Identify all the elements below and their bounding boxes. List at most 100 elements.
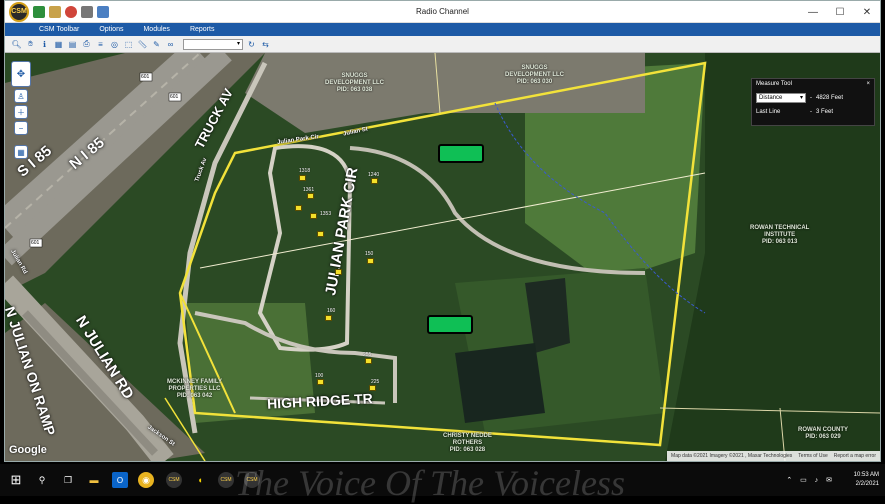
print-quick-icon[interactable] bbox=[81, 5, 93, 18]
app-logo: CSM bbox=[9, 1, 29, 22]
address-number: 150 bbox=[365, 251, 374, 257]
minimize-button[interactable]: — bbox=[800, 1, 826, 23]
pan-hand-icon[interactable]: ✋︎ bbox=[25, 39, 36, 50]
maximize-button[interactable]: ☐ bbox=[827, 1, 853, 23]
address-point-icon[interactable] bbox=[299, 175, 306, 181]
zoom-in-icon[interactable]: ＋ bbox=[14, 105, 28, 119]
map-icon[interactable]: ▦ bbox=[53, 39, 64, 50]
csm3-icon[interactable]: CSM bbox=[244, 472, 260, 488]
zoom-out-icon[interactable]: − bbox=[14, 121, 28, 135]
window-title: Radio Channel bbox=[416, 7, 469, 16]
measure-icon[interactable]: 📏︎ bbox=[137, 39, 148, 50]
title-bar: CSM Radio Channel — ☐ ✕ bbox=[5, 1, 880, 23]
clock-date: 2/2/2021 bbox=[855, 481, 879, 487]
parcel-label-christy: CHRISTY NEDDE ROTHERS PID: 063 028 bbox=[443, 433, 492, 453]
address-point-icon[interactable] bbox=[371, 178, 378, 184]
separator: - bbox=[810, 95, 812, 101]
menu-options[interactable]: Options bbox=[89, 26, 133, 33]
draw-icon[interactable]: ✎ bbox=[151, 39, 162, 50]
measure-tool-panel: Measure Tool × Distance - 4828 Feet Last… bbox=[751, 78, 875, 126]
identify-icon[interactable]: ◎ bbox=[109, 39, 120, 50]
terms-link[interactable]: Terms of Use bbox=[798, 453, 827, 459]
last-line-label: Last Line bbox=[756, 109, 781, 115]
layer-toggle-icon[interactable]: ▦ bbox=[14, 145, 28, 159]
binoculars-icon[interactable]: ∞ bbox=[165, 39, 176, 50]
map-navigation: ✥ ♙ ＋ − ▦ bbox=[11, 61, 31, 161]
map-toolbar: 🔍︎ ✋︎ ℹ︎ ▦ ▤ ⎙ ≡ ◎ ⬚ 📏︎ ✎ ∞ ▾ ↻ ⇆ bbox=[5, 36, 880, 53]
system-tray[interactable]: ⌃ ▭ ♪ ✉ bbox=[786, 476, 835, 484]
address-number: 100 bbox=[315, 373, 324, 379]
street-view-icon[interactable]: ♙ bbox=[14, 89, 28, 103]
map-attribution: Map data ©2021 Imagery ©2021 , Maxar Tec… bbox=[667, 451, 880, 461]
parcel-label-snuggs-2: SNUGGS DEVELOPMENT LLC PID: 063 030 bbox=[505, 65, 565, 85]
menu-modules[interactable]: Modules bbox=[133, 26, 179, 33]
menu-reports[interactable]: Reports bbox=[180, 26, 225, 33]
measure-tool-title: Measure Tool bbox=[756, 81, 792, 87]
map-imagery bbox=[5, 53, 880, 461]
search-icon[interactable]: ⚲ bbox=[34, 472, 50, 488]
address-point-icon[interactable] bbox=[317, 231, 324, 237]
back-icon[interactable]: ⇆ bbox=[260, 39, 271, 50]
map-view[interactable]: 601 601 601 SNUGGS DEVELOPMENT LLC PID: … bbox=[5, 53, 880, 461]
refresh-icon[interactable]: ↻ bbox=[246, 39, 257, 50]
route-shield-label: 601 bbox=[141, 74, 150, 80]
address-point-icon[interactable] bbox=[367, 258, 374, 264]
zoom-icon[interactable]: 🔍︎ bbox=[11, 39, 22, 50]
print-icon[interactable]: ⎙ bbox=[81, 39, 92, 50]
address-point-icon[interactable] bbox=[325, 315, 332, 321]
help-icon[interactable] bbox=[97, 5, 109, 18]
table-icon[interactable]: ▤ bbox=[67, 39, 78, 50]
last-line-value: 3 Feet bbox=[816, 109, 834, 115]
address-point-icon[interactable] bbox=[369, 385, 376, 391]
address-number: 160 bbox=[327, 308, 336, 314]
address-number: 1361 bbox=[303, 187, 315, 193]
outlook-icon[interactable]: O bbox=[112, 472, 128, 488]
address-number: 255 bbox=[363, 352, 372, 358]
taskbar: ⊞ ⚲ ❐ ▬ O ◉ CSM ◖ CSM CSM ⌃ ▭ ♪ ✉ 10:53 … bbox=[0, 464, 885, 496]
separator: - bbox=[810, 109, 812, 115]
record-icon[interactable] bbox=[65, 5, 77, 18]
address-point-icon[interactable] bbox=[365, 358, 372, 364]
address-number: 1240 bbox=[368, 172, 380, 178]
select-icon[interactable]: ⬚ bbox=[123, 39, 134, 50]
chrome-icon[interactable]: ◉ bbox=[138, 472, 154, 488]
measure-tool-close-icon[interactable]: × bbox=[866, 81, 870, 89]
close-button[interactable]: ✕ bbox=[854, 1, 880, 23]
file-explorer-icon[interactable]: ▬ bbox=[86, 472, 102, 488]
address-point-icon[interactable] bbox=[295, 205, 302, 211]
folder-icon[interactable] bbox=[49, 5, 61, 18]
distance-unit-select[interactable]: Distance bbox=[756, 93, 806, 103]
duck-icon[interactable]: ◖ bbox=[192, 472, 208, 488]
pan-control-icon[interactable]: ✥ bbox=[11, 61, 31, 87]
address-point-icon[interactable] bbox=[335, 269, 342, 275]
green-site-marker[interactable] bbox=[427, 315, 473, 334]
google-logo: Google bbox=[9, 444, 47, 456]
address-number: 1353 bbox=[320, 211, 332, 217]
parcel-label-snuggs-1: SNUGGS DEVELOPMENT LLC PID: 063 038 bbox=[325, 73, 385, 93]
quick-access-icon[interactable] bbox=[33, 5, 45, 18]
windows-icon[interactable]: ⊞ bbox=[8, 472, 24, 488]
address-point-icon[interactable] bbox=[317, 379, 324, 385]
csm2-icon[interactable]: CSM bbox=[218, 472, 234, 488]
clock[interactable]: 10:53 AM 2/2/2021 bbox=[854, 471, 879, 489]
parcel-label-mckinney: MCKINNEY FAMILY PROPERTIES LLC PID: 063 … bbox=[167, 379, 223, 399]
menu-bar: CSM Toolbar Options Modules Reports bbox=[5, 23, 880, 36]
address-point-icon[interactable] bbox=[307, 193, 314, 199]
report-error-link[interactable]: Report a map error bbox=[834, 453, 876, 459]
attribution-text: Map data ©2021 Imagery ©2021 , Maxar Tec… bbox=[671, 453, 793, 459]
task-view-icon[interactable]: ❐ bbox=[60, 472, 76, 488]
csm-icon[interactable]: CSM bbox=[166, 472, 182, 488]
address-point-icon[interactable] bbox=[310, 213, 317, 219]
address-number: 225 bbox=[371, 379, 380, 385]
green-site-marker[interactable] bbox=[438, 144, 484, 163]
address-number: 1318 bbox=[299, 168, 311, 174]
info-icon[interactable]: ℹ︎ bbox=[39, 39, 50, 50]
menu-csm-toolbar[interactable]: CSM Toolbar bbox=[29, 26, 89, 33]
route-shield-label: 601 bbox=[31, 240, 40, 246]
layers-icon[interactable]: ≡ bbox=[95, 39, 106, 50]
distance-value: 4828 Feet bbox=[816, 95, 844, 101]
clock-time: 10:53 AM bbox=[853, 472, 879, 478]
parcel-label-rowan-county: ROWAN COUNTY PID: 063 029 bbox=[798, 427, 848, 440]
toolbar-dropdown[interactable]: ▾ bbox=[183, 38, 243, 50]
app-window: CSM Radio Channel — ☐ ✕ CSM Toolbar Opti… bbox=[4, 0, 881, 462]
